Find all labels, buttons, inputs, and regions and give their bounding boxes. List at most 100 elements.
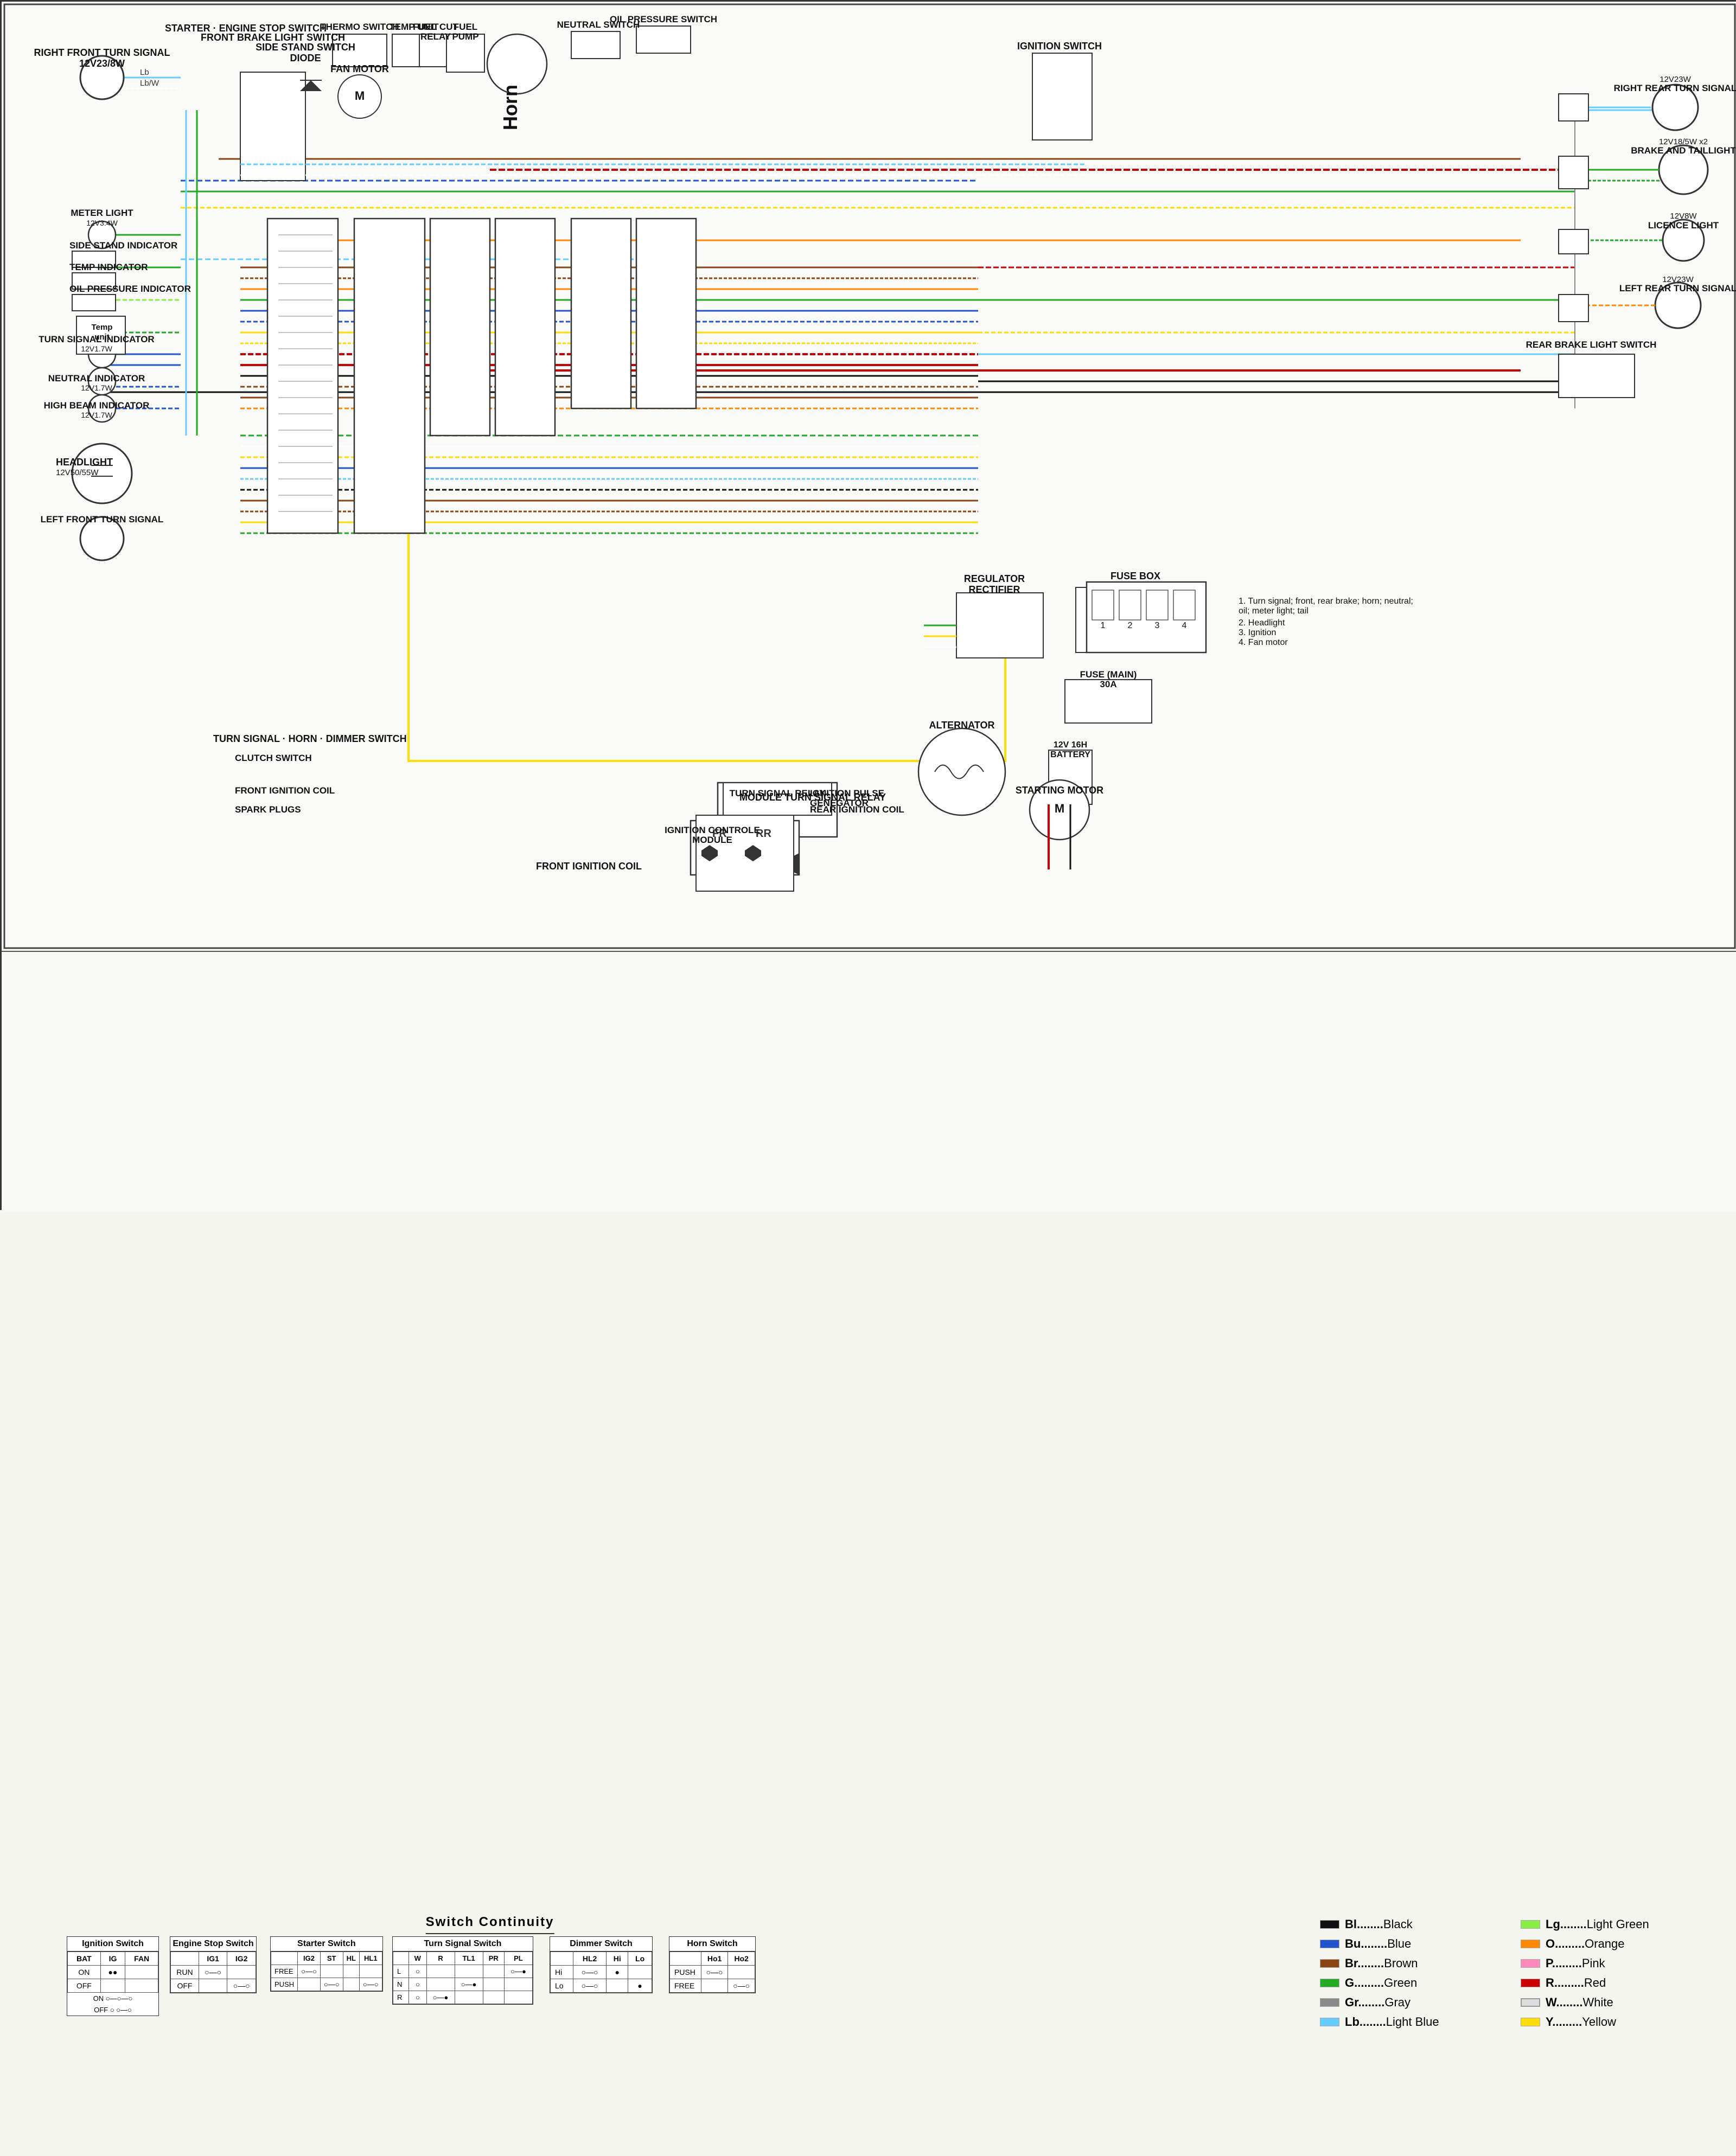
svg-text:HIGH BEAM INDICATOR: HIGH BEAM INDICATOR bbox=[44, 400, 150, 411]
color-row-orange: O......... Orange bbox=[1521, 1937, 1689, 1951]
svg-text:IGNITION SWITCH: IGNITION SWITCH bbox=[1017, 41, 1102, 52]
svg-text:LEFT REAR TURN SIGNAL: LEFT REAR TURN SIGNAL bbox=[1619, 283, 1736, 293]
color-swatch-0 bbox=[1320, 1920, 1339, 1929]
svg-text:3: 3 bbox=[1155, 621, 1160, 630]
wiring-diagram: M bbox=[2, 2, 1736, 951]
color-row-green: G......... Green bbox=[1320, 1976, 1488, 1990]
svg-text:LEFT FRONT TURN SIGNAL: LEFT FRONT TURN SIGNAL bbox=[41, 514, 164, 524]
color-row-brown: Br........ Brown bbox=[1320, 1956, 1488, 1971]
color-row-red: R......... Red bbox=[1521, 1976, 1689, 1990]
svg-text:REAR BRAKE LIGHT SWITCH: REAR BRAKE LIGHT SWITCH bbox=[1526, 340, 1657, 350]
svg-text:IGNITION CONTROLE: IGNITION CONTROLE bbox=[665, 825, 760, 835]
svg-text:12V50/55W: 12V50/55W bbox=[56, 468, 99, 477]
svg-text:FRONT IGNITION COIL: FRONT IGNITION COIL bbox=[536, 861, 642, 872]
color-name-11: Yellow bbox=[1582, 2015, 1616, 2029]
svg-text:RIGHT FRONT TURN SIGNAL: RIGHT FRONT TURN SIGNAL bbox=[34, 47, 170, 58]
svg-text:METER LIGHT: METER LIGHT bbox=[71, 208, 133, 218]
starter-switch-title: Starter Switch bbox=[271, 1937, 382, 1952]
svg-text:ALTERNATOR: ALTERNATOR bbox=[929, 720, 995, 731]
color-name-5: Pink bbox=[1582, 1956, 1605, 1971]
svg-text:FUSE BOX: FUSE BOX bbox=[1110, 571, 1160, 581]
svg-text:DIODE: DIODE bbox=[290, 53, 321, 63]
svg-text:12V23W: 12V23W bbox=[1660, 75, 1691, 84]
color-code-10: Lb........ bbox=[1345, 2015, 1386, 2029]
svg-text:FUSE (MAIN): FUSE (MAIN) bbox=[1080, 669, 1137, 680]
svg-text:LICENCE LIGHT: LICENCE LIGHT bbox=[1648, 220, 1719, 231]
svg-text:OIL PRESSURE SWITCH: OIL PRESSURE SWITCH bbox=[610, 14, 717, 24]
color-swatch-5 bbox=[1521, 1959, 1540, 1968]
color-legend: Bl........ Black Lg........ Light Green … bbox=[1314, 1907, 1694, 2040]
svg-text:M: M bbox=[1055, 802, 1064, 815]
switch-continuity-title: Switch Continuity bbox=[426, 1915, 554, 1934]
color-swatch-3 bbox=[1521, 1940, 1540, 1948]
svg-text:REGULATOR: REGULATOR bbox=[964, 573, 1025, 584]
color-name-8: Gray bbox=[1384, 1995, 1410, 2010]
svg-text:Lb/W: Lb/W bbox=[140, 79, 159, 88]
color-row-light-blue: Lb........ Light Blue bbox=[1320, 2015, 1488, 2029]
dimmer-switch-title: Dimmer Switch bbox=[550, 1937, 652, 1952]
svg-text:TURN SIGNAL INDICATOR: TURN SIGNAL INDICATOR bbox=[39, 334, 154, 344]
color-row-black: Bl........ Black bbox=[1320, 1917, 1488, 1931]
color-name-10: Light Blue bbox=[1386, 2015, 1439, 2029]
svg-text:SPARK PLUGS: SPARK PLUGS bbox=[235, 804, 301, 815]
svg-text:STARTING MOTOR: STARTING MOTOR bbox=[1016, 785, 1103, 796]
svg-text:RIGHT REAR TURN SIGNAL: RIGHT REAR TURN SIGNAL bbox=[1614, 83, 1736, 93]
svg-text:STARTER · ENGINE STOP SWITCH: STARTER · ENGINE STOP SWITCH bbox=[165, 23, 327, 34]
color-name-0: Black bbox=[1383, 1917, 1413, 1931]
svg-text:Horn: Horn bbox=[499, 85, 521, 130]
svg-text:3. Ignition: 3. Ignition bbox=[1239, 628, 1276, 637]
color-code-1: Lg........ bbox=[1546, 1917, 1587, 1931]
svg-text:BRAKE AND TAILLIGHT: BRAKE AND TAILLIGHT bbox=[1631, 145, 1736, 156]
color-code-3: O......... bbox=[1546, 1937, 1585, 1951]
svg-text:Temp: Temp bbox=[92, 323, 113, 332]
svg-text:30A: 30A bbox=[1100, 679, 1116, 689]
svg-text:PUMP: PUMP bbox=[452, 31, 478, 42]
color-name-6: Green bbox=[1384, 1976, 1417, 1990]
horn-switch-table: Horn Switch Ho1 Ho2 PUSH ○—○ FREE bbox=[669, 1936, 756, 1993]
color-row-gray: Gr........ Gray bbox=[1320, 1995, 1488, 2010]
engine-stop-switch-title: Engine Stop Switch bbox=[170, 1937, 256, 1952]
color-swatch-6 bbox=[1320, 1979, 1339, 1987]
svg-text:1: 1 bbox=[1101, 621, 1106, 630]
svg-text:NEUTRAL INDICATOR: NEUTRAL INDICATOR bbox=[48, 373, 145, 383]
svg-text:MODULE TURN SIGNAL RELAY: MODULE TURN SIGNAL RELAY bbox=[739, 792, 886, 803]
svg-text:CLUTCH SWITCH: CLUTCH SWITCH bbox=[235, 753, 312, 763]
svg-text:4: 4 bbox=[1182, 621, 1187, 630]
color-swatch-11 bbox=[1521, 2018, 1540, 2026]
svg-text:4. Fan motor: 4. Fan motor bbox=[1239, 638, 1288, 647]
svg-text:SIDE STAND INDICATOR: SIDE STAND INDICATOR bbox=[69, 240, 177, 251]
horn-switch-title: Horn Switch bbox=[669, 1937, 755, 1952]
color-code-6: G......... bbox=[1345, 1976, 1384, 1990]
turn-signal-switch-table: Turn Signal Switch W R TL1 PR PL L ○ bbox=[392, 1936, 533, 2005]
color-code-9: W........ bbox=[1546, 1995, 1582, 2010]
svg-text:Lb: Lb bbox=[140, 68, 149, 77]
color-swatch-1 bbox=[1521, 1920, 1540, 1929]
svg-text:12V1.7W: 12V1.7W bbox=[81, 383, 112, 392]
color-code-0: Bl........ bbox=[1345, 1917, 1383, 1931]
svg-text:1. Turn signal; front, rear br: 1. Turn signal; front, rear brake; horn;… bbox=[1239, 597, 1413, 606]
svg-text:2. Headlight: 2. Headlight bbox=[1239, 618, 1285, 628]
svg-text:BATTERY: BATTERY bbox=[1050, 750, 1090, 759]
color-code-5: P......... bbox=[1546, 1956, 1582, 1971]
color-swatch-10 bbox=[1320, 2018, 1339, 2026]
color-code-11: Y......... bbox=[1546, 2015, 1582, 2029]
starter-switch-table: Starter Switch IG2 ST HL HL1 FREE ○—○ bbox=[270, 1936, 383, 1992]
engine-stop-switch-table: Engine Stop Switch IG1 IG2 RUN ○—○ OFF bbox=[170, 1936, 257, 1993]
svg-text:12V1.7W: 12V1.7W bbox=[81, 344, 112, 353]
svg-text:FUEL CUT: FUEL CUT bbox=[413, 22, 458, 32]
color-row-pink: P......... Pink bbox=[1521, 1956, 1689, 1971]
color-swatch-4 bbox=[1320, 1959, 1339, 1968]
color-code-7: R......... bbox=[1546, 1976, 1584, 1990]
color-row-blue: Bu........ Blue bbox=[1320, 1937, 1488, 1951]
color-name-2: Blue bbox=[1387, 1937, 1411, 1951]
color-code-4: Br........ bbox=[1345, 1956, 1384, 1971]
color-row-light-green: Lg........ Light Green bbox=[1521, 1917, 1689, 1931]
color-name-1: Light Green bbox=[1587, 1917, 1649, 1931]
svg-text:FRONT BRAKE LIGHT SWITCH: FRONT BRAKE LIGHT SWITCH bbox=[201, 32, 345, 43]
svg-text:RELAY: RELAY bbox=[420, 31, 451, 42]
color-name-9: White bbox=[1582, 1995, 1613, 2010]
svg-text:THERMO SWITCH: THERMO SWITCH bbox=[320, 22, 399, 32]
color-code-2: Bu........ bbox=[1345, 1937, 1387, 1951]
svg-text:12V3.4W: 12V3.4W bbox=[86, 219, 118, 227]
svg-text:12V18/5W x2: 12V18/5W x2 bbox=[1659, 137, 1708, 146]
